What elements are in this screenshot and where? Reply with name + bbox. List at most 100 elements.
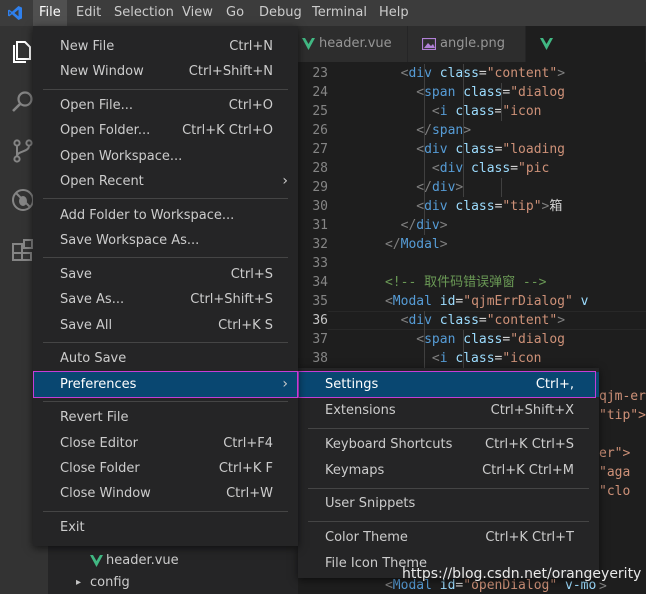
menu-separator	[308, 521, 589, 522]
line-code: <i class="icon	[431, 351, 542, 366]
menu-item-save[interactable]: Save Ctrl+S	[33, 262, 298, 287]
line-code: </span>	[416, 123, 472, 138]
code-line[interactable]: 29 </div>	[298, 178, 646, 197]
menu-item-label: New File	[60, 39, 115, 54]
code-line[interactable]: 24 <span class="dialog	[298, 83, 646, 102]
menu-item-new-file[interactable]: New File Ctrl+N	[33, 34, 298, 59]
line-code: <div class="pic	[431, 161, 550, 176]
menu-item-revert-file[interactable]: Revert File	[33, 405, 298, 430]
menu-item-open-folder[interactable]: Open Folder... Ctrl+K Ctrl+O	[33, 118, 298, 143]
menu-item-open-recent[interactable]: Open Recent ›	[33, 169, 298, 194]
code-line[interactable]: 38 <i class="icon	[298, 349, 646, 368]
menu-item-shortcut: Ctrl+N	[229, 39, 273, 54]
code-line[interactable]: 28 <div class="pic	[298, 159, 646, 178]
menu-item-label: Open File...	[60, 98, 134, 114]
menu-view[interactable]: View	[176, 0, 219, 26]
code-line[interactable]: 26 </span>	[298, 121, 646, 140]
line-number: 34	[312, 275, 328, 290]
menu-item-user-snippets[interactable]: User Snippets	[298, 491, 599, 516]
code-line[interactable]: 37 <span class="dialog	[298, 330, 646, 349]
line-number: 31	[312, 218, 328, 233]
watermark-text: https://blog.csdn.net/orangeyerity	[402, 566, 642, 582]
code-line[interactable]: 23 <div class="content">	[298, 64, 646, 83]
line-code: qjm-err	[599, 389, 646, 404]
menu-item-close-window[interactable]: Close Window Ctrl+W	[33, 481, 298, 506]
menu-item-auto-save[interactable]: Auto Save	[33, 346, 298, 371]
line-number: 29	[312, 180, 328, 195]
menu-separator	[308, 487, 589, 489]
menu-item-label: Close Folder	[60, 461, 140, 476]
menu-item-label: User Snippets	[325, 496, 416, 511]
tab-adminpickupfile[interactable]: adminPickupFile	[526, 26, 646, 87]
line-number: 28	[312, 161, 328, 176]
menu-item-shortcut: Ctrl+Shift+N	[188, 64, 273, 80]
code-line[interactable]: 25 <i class="icon	[298, 102, 646, 121]
line-code: er">	[599, 446, 631, 461]
menu-separator	[43, 400, 288, 402]
vscode-logo-icon	[8, 6, 22, 20]
menu-debug[interactable]: Debug	[253, 0, 308, 26]
menu-go[interactable]: Go	[220, 0, 250, 26]
menu-item-save-as[interactable]: Save As... Ctrl+Shift+S	[33, 287, 298, 312]
code-line[interactable]: 33	[298, 254, 646, 273]
code-line[interactable]: 36 <div class="content">	[298, 311, 646, 330]
menu-item-save-all[interactable]: Save All Ctrl+K S	[33, 313, 298, 338]
menu-item-close-folder[interactable]: Close Folder Ctrl+K F	[33, 456, 298, 481]
chevron-right-icon: ›	[282, 173, 288, 189]
menu-item-label: Close Editor	[60, 435, 139, 451]
indent-guide	[463, 64, 464, 197]
editor-tabs: header.vue angle.png adminPickupFile	[298, 26, 646, 87]
line-code: <div class="content">	[400, 313, 566, 328]
menu-file[interactable]: File	[33, 0, 67, 26]
menu-item-label: New Window	[60, 64, 144, 80]
file-menu: New File Ctrl+N New Window Ctrl+Shift+N Open…	[33, 26, 298, 546]
menu-item-new-window[interactable]: New Window Ctrl+Shift+N	[33, 59, 298, 84]
tab-angle-png[interactable]: angle.png	[408, 26, 526, 62]
menu-item-color-theme[interactable]: Color Theme Ctrl+K Ctrl+T	[298, 525, 599, 550]
tab-label: angle.png	[440, 36, 505, 51]
line-code: <span class="dialog	[416, 85, 566, 100]
menu-item-add-folder-to-workspace[interactable]: Add Folder to Workspace...	[33, 203, 298, 228]
menu-selection[interactable]: Selection	[108, 0, 180, 26]
menu-terminal[interactable]: Terminal	[306, 0, 373, 26]
tree-item-config[interactable]: ▸ config	[48, 572, 298, 594]
menu-item-keymaps[interactable]: Keymaps Ctrl+K Ctrl+M	[298, 458, 599, 483]
line-code: "tip">二	[599, 408, 646, 423]
tab-label: header.vue	[319, 36, 392, 51]
menu-item-open-workspace[interactable]: Open Workspace...	[33, 144, 298, 169]
menu-separator	[308, 428, 589, 429]
tab-header-vue[interactable]: header.vue	[298, 26, 408, 62]
menu-item-close-editor[interactable]: Close Editor Ctrl+F4	[33, 431, 298, 456]
code-line[interactable]: 34 <!-- 取件码错误弹窗 -->	[298, 273, 646, 292]
menu-item-label: Color Theme	[325, 529, 408, 545]
code-line[interactable]: 31 </div>	[298, 216, 646, 235]
menu-edit[interactable]: Edit	[70, 0, 107, 26]
line-code: <span class="dialog	[416, 332, 566, 347]
line-number: 30	[312, 199, 328, 214]
menu-help[interactable]: Help	[373, 0, 415, 26]
menu-item-label: Auto Save	[60, 351, 127, 367]
menu-item-label: Save	[60, 266, 92, 282]
vue-file-icon	[540, 37, 553, 50]
code-line[interactable]: 27 <div class="loading	[298, 140, 646, 159]
menu-item-label: Add Folder to Workspace...	[60, 207, 235, 223]
code-line[interactable]: 35 <Modal id="qjmErrDialog" v	[298, 292, 646, 311]
menu-item-keyboard-shortcuts[interactable]: Keyboard Shortcuts Ctrl+K Ctrl+S	[298, 432, 599, 457]
line-number: 25	[312, 104, 328, 119]
menu-item-shortcut: Ctrl+K Ctrl+T	[485, 529, 574, 545]
line-number: 33	[312, 256, 328, 271]
menu-item-save-workspace-as[interactable]: Save Workspace As...	[33, 228, 298, 253]
tree-item-label: config	[90, 575, 130, 590]
code-line[interactable]: 32 </Modal>	[298, 235, 646, 254]
line-number: 27	[312, 142, 328, 157]
menu-item-exit[interactable]: Exit	[33, 515, 298, 540]
menu-item-extensions[interactable]: Extensions Ctrl+Shift+X	[298, 398, 599, 423]
menu-item-label: Keymaps	[325, 462, 385, 478]
line-number: 38	[312, 351, 328, 366]
menu-item-label: Revert File	[60, 410, 129, 426]
code-line[interactable]: 30 <div class="tip">箱	[298, 197, 646, 216]
tree-item-header-vue[interactable]: header.vue	[48, 550, 298, 572]
menu-item-label: Save Workspace As...	[60, 233, 200, 249]
menu-item-open-file[interactable]: Open File... Ctrl+O	[33, 93, 298, 118]
menu-item-shortcut: Ctrl+Shift+X	[490, 403, 574, 418]
